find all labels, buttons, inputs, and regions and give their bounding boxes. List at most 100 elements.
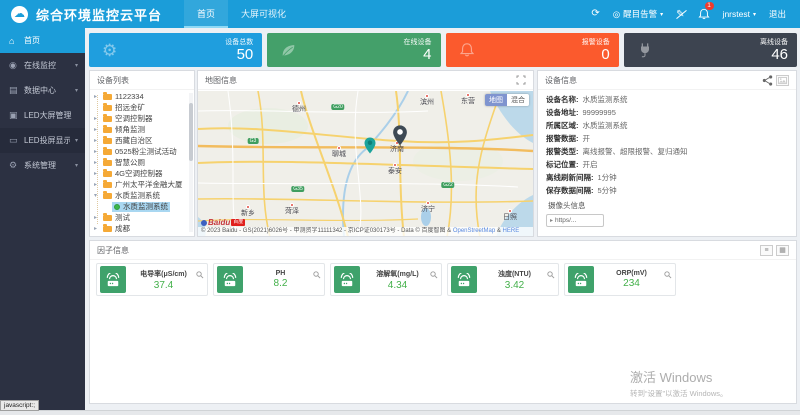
info-value: 1分钟 [598,171,617,184]
tree-node[interactable]: ▾ 水质监测系统 [90,190,188,201]
map-pin[interactable] [393,125,408,146]
map-type-button[interactable]: 混合 [507,94,529,106]
map-pin[interactable] [364,137,376,154]
navbar-menu-item[interactable]: 首页 [184,0,228,28]
map-canvas[interactable]: 德州 滨州 东营 聊城 济南 [198,91,533,236]
highway-shield: G22 [441,182,454,188]
logout-button[interactable]: 退出 [769,8,786,20]
caret-icon[interactable]: ▸ [94,181,101,188]
tree-node-label: 水质监测系统 [115,190,160,201]
tree-scrollbar[interactable] [189,93,193,232]
chevron-down-icon: ▾ [753,11,756,18]
tree-node[interactable]: 水质监测系统 [90,201,188,212]
sidebar-item[interactable]: ▭ LED投屏显示 ▾ [0,128,85,153]
info-value: 离线报警、超限报警、复归通知 [583,145,688,158]
tree-node-label: 倾角监测 [115,124,145,135]
folder-icon [103,116,112,122]
tree-node[interactable]: ▸ 广州太平洋金融大厦 [90,179,188,190]
factor-card[interactable]: PH 8.2 [213,263,325,296]
factor-card[interactable]: ORP(mV) 234 [564,263,676,296]
alarm-toggle[interactable]: ◎ 醒目告警 ▾ [613,8,663,20]
tree-node[interactable]: ▸ 空调控制器 [90,113,188,124]
city-dot-icon [246,205,250,209]
sidebar-item[interactable]: ▣ LED大屏管理 [0,103,85,128]
map-city-label: 德州 [292,101,306,113]
refresh-icon[interactable]: ⟳ [591,9,599,19]
sidebar-item-label: 在线监控 [24,60,56,71]
sidebar-item[interactable]: ⌂ 首页 [0,28,85,53]
target-icon: ◎ [613,9,620,20]
chevron-down-icon: ▾ [75,62,78,69]
caret-icon[interactable]: ▸ [94,170,101,177]
map-city-label: 菏泽 [285,203,299,215]
alarm-label: 醒目告警 [623,8,657,20]
navbar-menu-item[interactable]: 大屏可视化 [228,0,299,28]
sidebar-item-label: 数据中心 [24,85,56,96]
tree-node[interactable]: ▸ 4G空调控制器 [90,168,188,179]
tree-node[interactable]: ▸ 测试 [90,212,188,223]
notifications-icon[interactable]: 1 [698,8,710,20]
info-label: 设备地址: [546,106,579,119]
city-dot-icon [297,101,301,105]
folder-icon [103,105,112,111]
tree-node[interactable]: ▸ 西藏自治区 [90,135,188,146]
sensor-device-icon [568,266,594,293]
factor-value: 3.42 [477,280,552,291]
tree-node[interactable]: ▸ 倾角监测 [90,124,188,135]
info-row: 设备地址: 99999995 [546,106,790,119]
caret-icon[interactable]: ▸ [94,137,101,144]
magnifier-icon[interactable] [313,266,321,284]
caret-icon[interactable]: ▸ [94,115,101,122]
osm-link[interactable]: OpenStreetMap [453,228,495,234]
tree-node-label: 4G空调控制器 [115,168,163,179]
caret-icon[interactable]: ▸ [94,126,101,133]
caret-icon[interactable]: ▸ [94,93,101,100]
tree-node[interactable]: ▸ 成都 [90,223,188,234]
folder-icon [103,215,112,221]
factor-value: 8.2 [243,278,318,289]
here-link[interactable]: HERE [503,228,520,234]
magnifier-icon[interactable] [430,266,438,284]
edit-disabled-icon[interactable]: ✎ [676,9,684,20]
image-view-icon[interactable] [776,75,789,86]
caret-icon[interactable]: ▸ [94,214,101,221]
sidebar-item[interactable]: ◉ 在线监控 ▾ [0,53,85,78]
caret-icon[interactable]: ▸ [94,225,101,232]
tree-node[interactable]: ▸ 0525粉尘测试活动 [90,146,188,157]
map-city-label: 济宁 [421,201,435,213]
sidebar-item[interactable]: ▤ 数据中心 ▾ [0,78,85,103]
scrollbar-thumb[interactable] [189,103,193,161]
city-dot-icon [508,209,512,213]
magnifier-icon[interactable] [547,266,555,284]
tree-node[interactable]: ▸ 1122334 [90,91,188,102]
device-info-title: 设备信息 [545,75,577,86]
info-value: 水质监测系统 [583,119,628,132]
camera-stream-link[interactable]: ▸ https/... [546,214,604,227]
factor-card[interactable]: 浊度(NTU) 3.42 [447,263,559,296]
user-menu[interactable]: jnrstest ▾ [723,9,756,19]
factor-card[interactable]: 溶解氧(mg/L) 4.34 [330,263,442,296]
tree-node-label: 水质监测系统 [123,201,168,212]
grid-view-icon[interactable]: ▦ [776,245,789,256]
caret-icon[interactable]: ▸ [94,148,101,155]
highway-shield: G3 [248,138,259,144]
info-value: 开 [583,132,591,145]
share-icon[interactable] [762,75,773,86]
folder-icon [103,138,112,144]
stat-card-offline-devices: 离线设备 46 [624,33,797,67]
fullscreen-icon[interactable] [516,75,526,85]
list-view-icon[interactable]: ≡ [760,245,773,256]
chevron-down-icon: ▾ [660,11,663,18]
factor-card[interactable]: 电导率(μS/cm) 37.4 [96,263,208,296]
city-dot-icon [426,201,430,205]
magnifier-icon[interactable] [196,266,204,284]
map-type-button[interactable]: 地图 [485,94,507,106]
tree-node[interactable]: ▸ 智慧公厕 [90,157,188,168]
caret-icon[interactable]: ▸ [94,159,101,166]
sidebar-item[interactable]: ⚙ 系统管理 ▾ [0,153,85,178]
horizontal-scrollbar[interactable] [0,410,800,415]
magnifier-icon[interactable] [664,266,672,284]
tree-node[interactable]: 招远金矿 [90,102,188,113]
caret-icon[interactable]: ▾ [94,192,101,199]
folder-icon [103,160,112,166]
